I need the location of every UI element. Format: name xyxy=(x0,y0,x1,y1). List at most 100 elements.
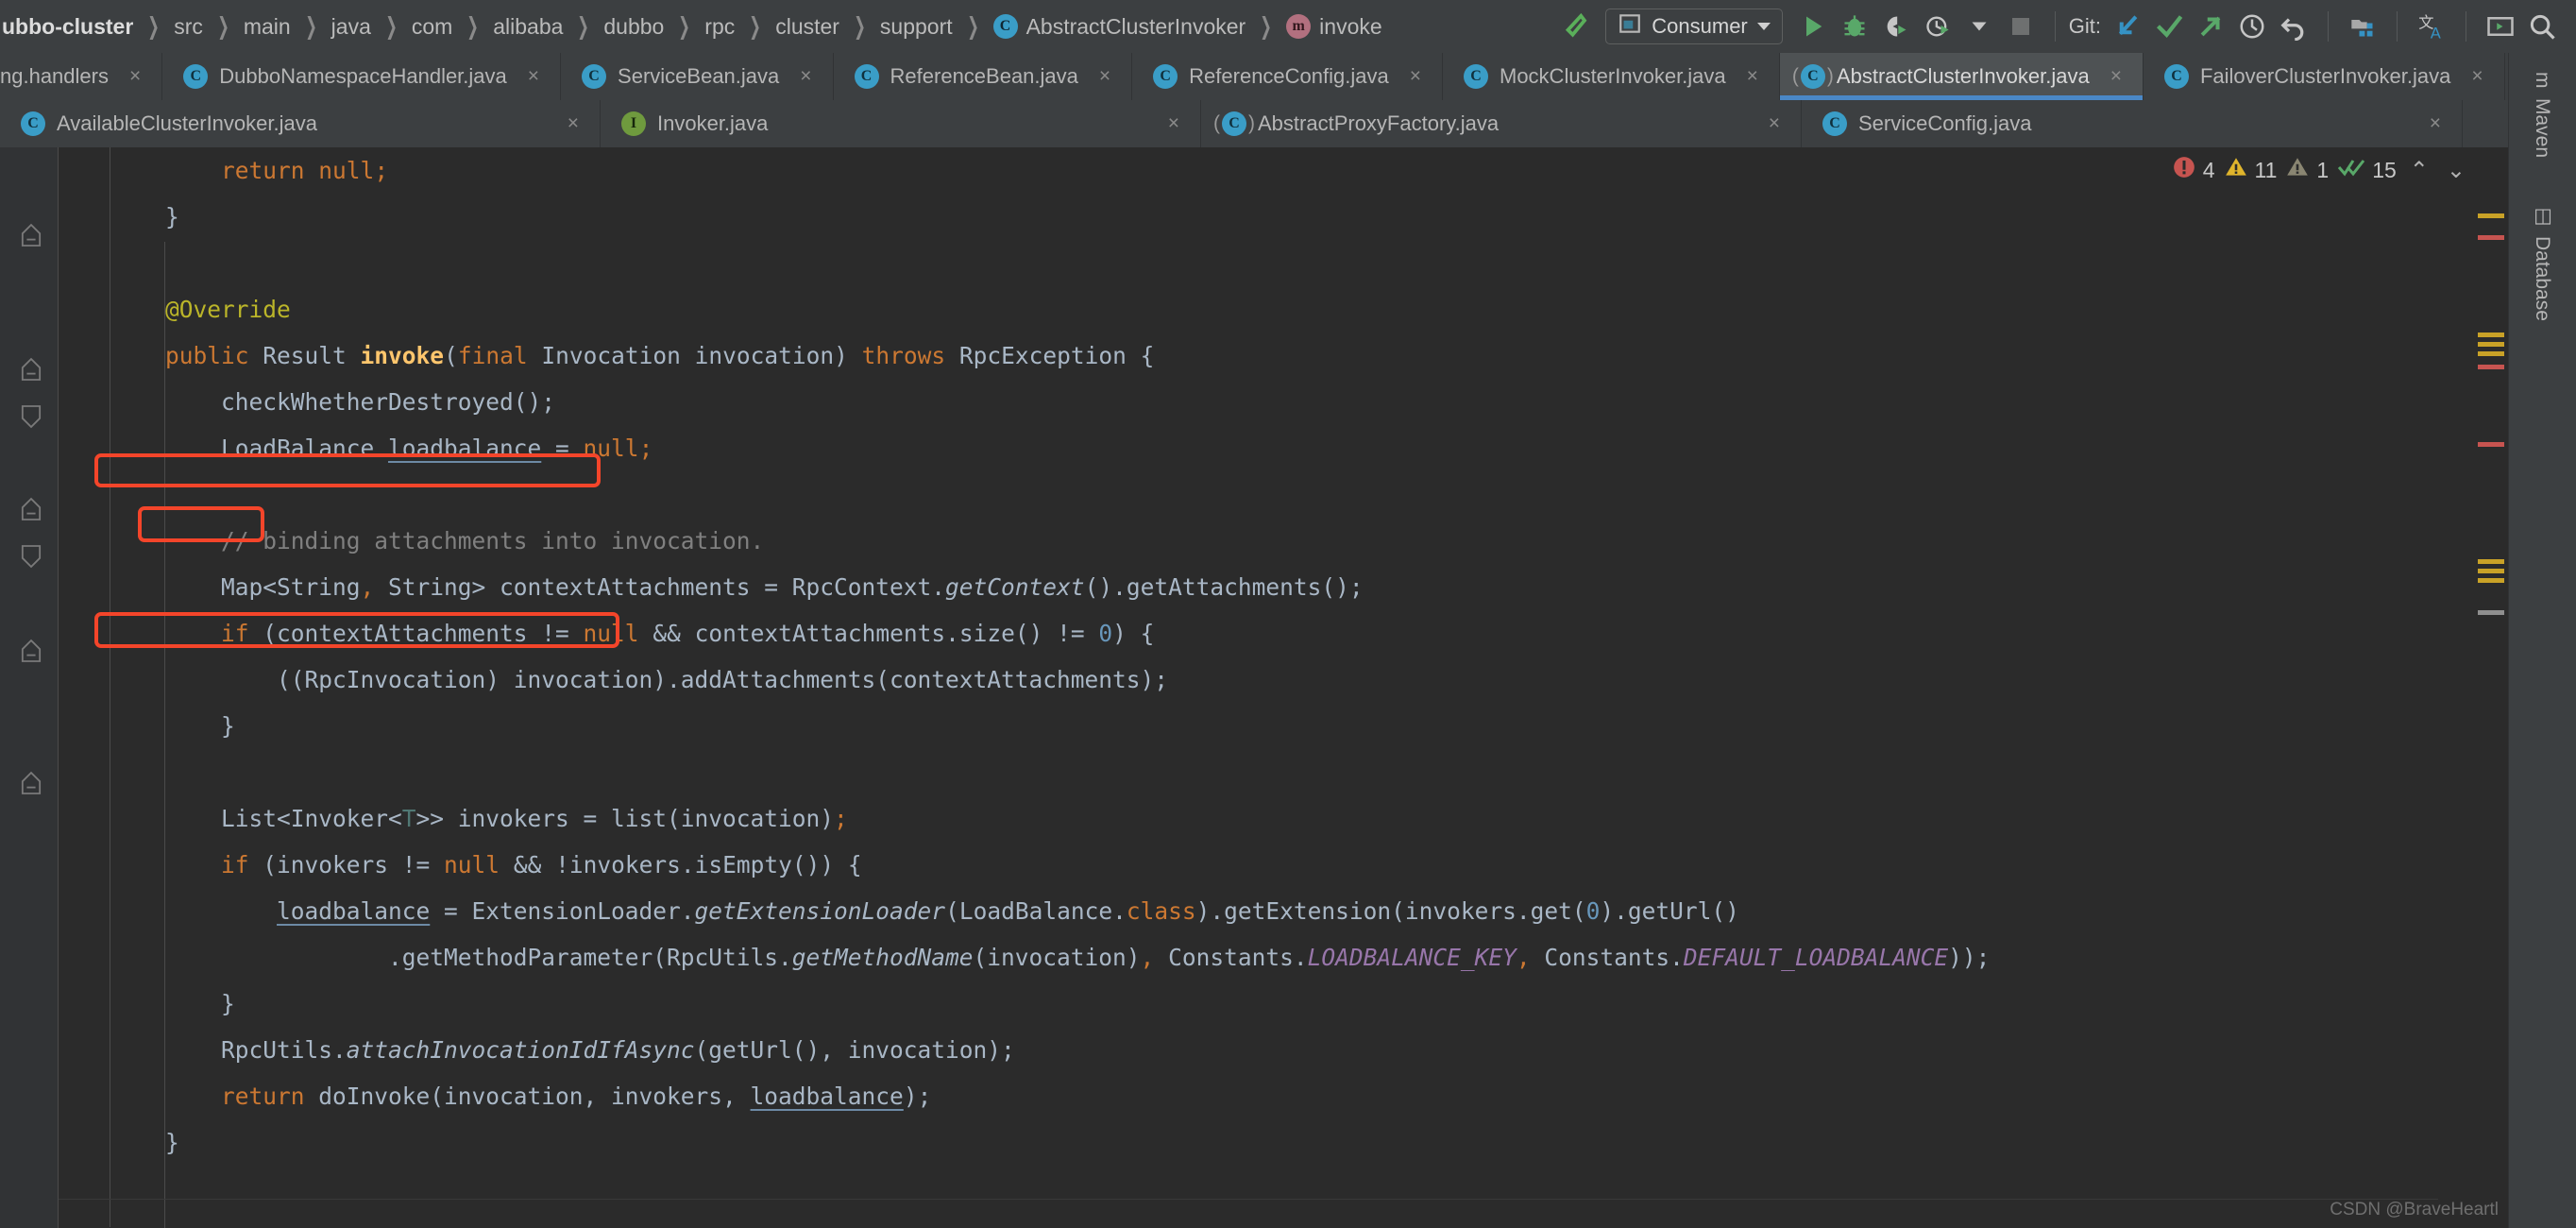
run-icon[interactable] xyxy=(1792,6,1834,47)
debug-icon[interactable] xyxy=(1834,6,1875,47)
tool-window-database[interactable]: ◫ Database xyxy=(2508,195,2576,331)
close-icon[interactable]: × xyxy=(528,65,539,88)
tab-referenceconfig[interactable]: C ReferenceConfig.java × xyxy=(1132,53,1443,100)
code-line[interactable] xyxy=(59,749,2472,795)
git-update-project-icon[interactable] xyxy=(2107,6,2148,47)
breadcrumb-item-support[interactable]: support xyxy=(878,14,955,40)
fold-marker-icon[interactable] xyxy=(21,771,42,794)
close-icon[interactable]: × xyxy=(1747,65,1758,88)
tab-failoverclusterinvoker[interactable]: C FailoverClusterInvoker.java × xyxy=(2143,53,2505,100)
marker-error[interactable] xyxy=(2478,442,2504,447)
breadcrumb-item-main[interactable]: main xyxy=(242,14,293,40)
code-line[interactable]: return doInvoke(invocation, invokers, lo… xyxy=(59,1073,2472,1119)
breadcrumb-item-java[interactable]: java xyxy=(330,14,373,40)
marker-warning[interactable] xyxy=(2478,333,2504,337)
code-line[interactable]: } xyxy=(59,703,2472,749)
project-structure-icon[interactable] xyxy=(2342,6,2383,47)
code-line[interactable]: } xyxy=(59,981,2472,1027)
breadcrumb-item-method[interactable]: m invoke xyxy=(1284,14,1383,40)
git-history-icon[interactable] xyxy=(2231,6,2273,47)
close-icon[interactable]: × xyxy=(129,65,141,88)
search-everywhere-icon[interactable] xyxy=(2521,6,2563,47)
tool-window-maven[interactable]: m Maven xyxy=(2508,62,2576,167)
marker-error[interactable] xyxy=(2478,365,2504,369)
code-line[interactable] xyxy=(59,1166,2472,1212)
tab-servicebean[interactable]: C ServiceBean.java × xyxy=(561,53,834,100)
marker-warning[interactable] xyxy=(2478,578,2504,583)
fold-marker-icon[interactable] xyxy=(21,544,42,569)
chevron-down-icon[interactable]: ⌄ xyxy=(2442,157,2470,184)
close-icon[interactable]: × xyxy=(1769,112,1780,135)
code-line[interactable]: List<Invoker<T>> invokers = list(invocat… xyxy=(59,795,2472,842)
close-icon[interactable]: × xyxy=(2430,112,2441,135)
fold-marker-icon[interactable] xyxy=(21,639,42,662)
code-line[interactable]: ((RpcInvocation) invocation).addAttachme… xyxy=(59,657,2472,703)
close-icon[interactable]: × xyxy=(568,112,579,135)
code-line[interactable]: .getMethodParameter(RpcUtils.getMethodNa… xyxy=(59,934,2472,981)
breadcrumb-item-src[interactable]: src xyxy=(172,14,205,40)
code-line[interactable]: if (invokers != null && !invokers.isEmpt… xyxy=(59,842,2472,888)
error-indicator[interactable]: 4 xyxy=(2172,155,2215,185)
close-icon[interactable]: × xyxy=(2110,65,2122,88)
code-line[interactable] xyxy=(59,471,2472,518)
tab-ng-handlers[interactable]: ng.handlers × xyxy=(0,53,163,100)
fold-marker-icon[interactable] xyxy=(21,223,42,247)
marker-warning[interactable] xyxy=(2478,342,2504,347)
git-revert-icon[interactable] xyxy=(2273,6,2314,47)
run-with-coverage-icon[interactable] xyxy=(1875,6,1917,47)
tab-abstractproxyfactory[interactable]: ( C ) AbstractProxyFactory.java × xyxy=(1201,100,1802,147)
code-line[interactable]: // binding attachments into invocation. xyxy=(59,518,2472,564)
marker-warning[interactable] xyxy=(2478,351,2504,356)
code-line[interactable]: } xyxy=(59,194,2472,240)
code-line[interactable]: loadbalance = ExtensionLoader.getExtensi… xyxy=(59,888,2472,934)
stop-icon[interactable] xyxy=(2000,6,2042,47)
tab-availableclusterinvoker[interactable]: C AvailableClusterInvoker.java × xyxy=(0,100,601,147)
tab-invoker[interactable]: I Invoker.java × xyxy=(601,100,1201,147)
editor-gutter[interactable] xyxy=(0,147,59,1228)
tab-mockclusterinvoker[interactable]: C MockClusterInvoker.java × xyxy=(1443,53,1780,100)
fold-marker-icon[interactable] xyxy=(21,404,42,429)
inspection-widget[interactable]: 4 11 1 15 ⌃ ⌄ xyxy=(2172,155,2470,185)
code-line[interactable] xyxy=(59,240,2472,286)
git-push-icon[interactable] xyxy=(2190,6,2231,47)
marker-neutral[interactable] xyxy=(2478,610,2504,615)
code-line[interactable]: LoadBalance loadbalance = null; xyxy=(59,425,2472,471)
fold-marker-icon[interactable] xyxy=(21,357,42,381)
close-icon[interactable]: × xyxy=(1168,112,1179,135)
breadcrumb-item-class[interactable]: C AbstractClusterInvoker xyxy=(991,14,1248,40)
code-content[interactable]: return null; } @Override public Result i… xyxy=(59,147,2472,1228)
terminal-icon[interactable] xyxy=(2480,6,2521,47)
tab-dubbonamespacehandler[interactable]: C DubboNamespaceHandler.java × xyxy=(162,53,562,100)
weak-warning-indicator[interactable]: 1 xyxy=(2285,155,2329,185)
marker-scrollbar[interactable] xyxy=(2472,147,2508,1228)
git-commit-icon[interactable] xyxy=(2148,6,2190,47)
marker-warning[interactable] xyxy=(2478,569,2504,573)
code-line[interactable]: checkWhetherDestroyed(); xyxy=(59,379,2472,425)
marker-warning[interactable] xyxy=(2478,559,2504,564)
code-line[interactable]: if (contextAttachments != null && contex… xyxy=(59,610,2472,657)
profiler-chevron-down-icon[interactable] xyxy=(1958,6,2000,47)
close-icon[interactable]: × xyxy=(1410,65,1421,88)
code-line[interactable]: } xyxy=(59,1119,2472,1166)
profiler-icon[interactable] xyxy=(1917,6,1958,47)
hammer-icon[interactable] xyxy=(1554,6,1596,47)
close-icon[interactable]: × xyxy=(2471,65,2483,88)
breadcrumb-item-alibaba[interactable]: alibaba xyxy=(491,14,565,40)
close-icon[interactable]: × xyxy=(800,65,811,88)
tab-abstractclusterinvoker[interactable]: ( C ) AbstractClusterInvoker.java × xyxy=(1779,53,2144,100)
breadcrumb-item-com[interactable]: com xyxy=(410,14,454,40)
ok-indicator[interactable]: 15 xyxy=(2337,155,2397,185)
fold-marker-icon[interactable] xyxy=(21,497,42,520)
breadcrumb-item-rpc[interactable]: rpc xyxy=(703,14,737,40)
breadcrumb-item-cluster[interactable]: cluster xyxy=(773,14,841,40)
breadcrumb-item-module[interactable]: ubbo-cluster xyxy=(0,14,135,40)
run-configuration-selector[interactable]: Consumer xyxy=(1605,9,1783,44)
tab-serviceconfig[interactable]: C ServiceConfig.java × xyxy=(1802,100,2463,147)
marker-warning[interactable] xyxy=(2478,213,2504,218)
code-line[interactable]: public Result invoke(final Invocation in… xyxy=(59,333,2472,379)
chevron-up-icon[interactable]: ⌃ xyxy=(2405,157,2433,184)
code-line[interactable]: return null; xyxy=(59,147,2472,194)
code-editor[interactable]: return null; } @Override public Result i… xyxy=(0,147,2576,1228)
marker-error[interactable] xyxy=(2478,235,2504,240)
tab-referencebean[interactable]: C ReferenceBean.java × xyxy=(833,53,1133,100)
